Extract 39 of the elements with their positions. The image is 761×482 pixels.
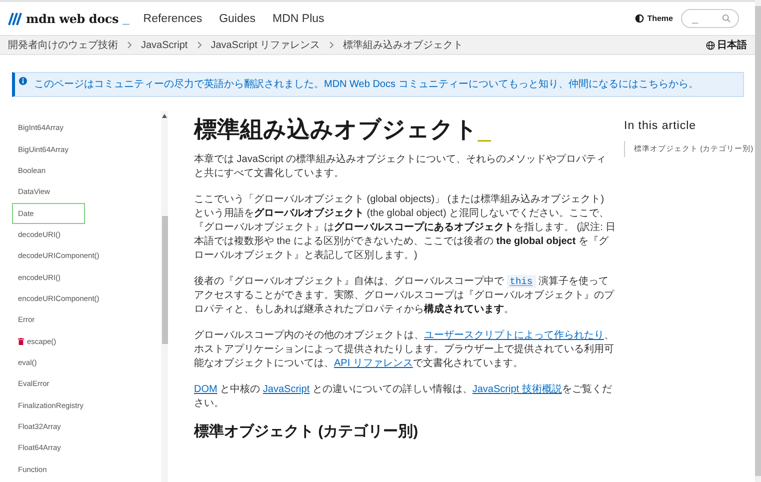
search-icon bbox=[722, 14, 731, 23]
logo-cursor: _ bbox=[122, 12, 130, 26]
half-circle-icon bbox=[635, 14, 644, 23]
title-cursor: _ bbox=[478, 116, 491, 142]
link[interactable]: JavaScript bbox=[262, 384, 310, 395]
theme-button[interactable]: Theme bbox=[633, 12, 675, 25]
nav-link[interactable]: Guides bbox=[219, 12, 256, 24]
page-scrollbar-thumb[interactable] bbox=[755, 6, 761, 476]
chevron-icon bbox=[329, 41, 334, 49]
chevron-icon bbox=[196, 41, 202, 49]
nav-link[interactable]: MDN Plus bbox=[272, 12, 324, 24]
section-heading: 標準オブジェクト (カテゴリー別) bbox=[194, 423, 420, 441]
notice-text: このページはコミュニティーの尽力で英語から翻訳されました。MDN Web Docs コミュニティーについてもっと知り、仲間になるにはこちらから。 bbox=[34, 78, 698, 91]
link[interactable]: API リファレンス bbox=[334, 358, 413, 369]
search-field[interactable]: _ bbox=[681, 9, 739, 28]
paragraph: ここでいう「グローバルオブジェクト (global objects)」 (または標準組み込みオブジェクト) という用語をグローバルオブジェクト (the global object) と混同しないでください。ここで、『グローバルオブジェクト』はグローバルスコープにあるオブジェクトを指します。 (訳注: 日本語では複数形や the による区別ができないため、ここでは後者の the global object を『グローバルオブジェクト』と表記して区別します。) bbox=[194, 193, 616, 263]
paragraph: 本章では JavaScript の標準組み込みオブジェクトについて、それらのメソッドやプロパティと共にすべて文書化しています。 bbox=[194, 153, 608, 181]
link[interactable]: JavaScript 技術概説 bbox=[472, 384, 562, 395]
info-icon bbox=[19, 77, 27, 85]
breadcrumb-link[interactable]: 標準組み込みオブジェクト bbox=[343, 38, 464, 52]
chevron-icon bbox=[127, 41, 132, 49]
article-title: 標準組み込みオブジェクト bbox=[194, 116, 478, 142]
language-label[interactable]: 日本語 bbox=[717, 38, 747, 52]
logo-text[interactable]: mdn web docs bbox=[26, 12, 119, 26]
code-keyword[interactable]: this bbox=[506, 275, 536, 288]
breadcrumb-link[interactable]: 開発者向けのウェブ技術 bbox=[8, 38, 118, 52]
globe-icon bbox=[706, 40, 715, 50]
logo-icon bbox=[8, 12, 22, 26]
link[interactable]: ユーザースクリプトによって作られたり bbox=[424, 330, 604, 341]
scroll-up-icon[interactable] bbox=[162, 114, 167, 118]
paragraph: グローバルスコープ内のその他のオブジェクトは、ユーザースクリプトによって作られたり、ホストアプリケーションによって提供されたりします。ブラウザー上で提供されている利用可能なオブジェクトについては、API リファレンスで文書化されています。 bbox=[194, 329, 615, 371]
nav-link[interactable]: References bbox=[143, 12, 202, 24]
paragraph: DOM と中核の JavaScript との違いについての詳しい情報は、JavaScript 技術概説をご覧ください。 bbox=[194, 383, 613, 411]
breadcrumb-link[interactable]: JavaScript リファレンス bbox=[210, 38, 320, 52]
paragraph: 後者の『グローバルオブジェクト』自体は、グローバルスコープ中で this 演算子を使ってアクセスすることができます。実際、グローバルスコープは『グローバルオブジェクト』のプロパティと、もしあれば継承されたプロパティから構成されています。 bbox=[194, 275, 616, 317]
toc-title: In this article bbox=[624, 120, 698, 132]
breadcrumb-link[interactable]: JavaScript bbox=[141, 40, 188, 50]
link[interactable]: DOM bbox=[194, 384, 218, 395]
scrollbar-thumb[interactable] bbox=[162, 216, 168, 344]
